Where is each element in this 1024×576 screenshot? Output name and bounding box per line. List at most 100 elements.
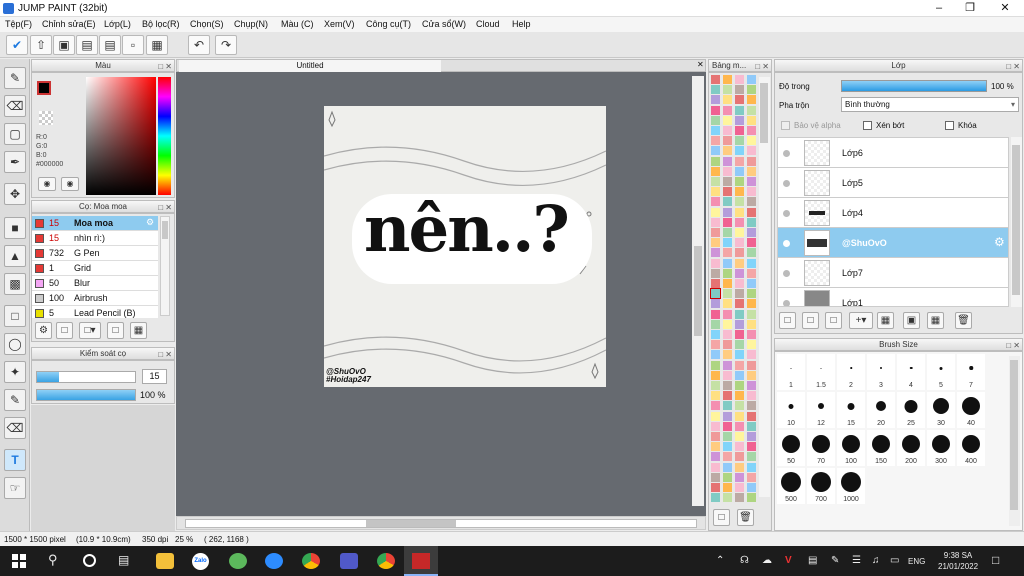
- merge-layer-icon[interactable]: ▣: [903, 312, 920, 329]
- brush-item[interactable]: 15 nhìn rì:): [32, 231, 158, 246]
- color-swatch[interactable]: [747, 401, 756, 411]
- canvas[interactable]: nên..? @ShuOvO #Hoidap247: [324, 106, 606, 387]
- tray-pen-icon[interactable]: ✎: [831, 555, 839, 566]
- hue-slider[interactable]: [158, 77, 171, 195]
- menu-layer[interactable]: Lớp(L): [104, 19, 131, 29]
- color-swatch[interactable]: [723, 411, 732, 421]
- visibility-icon[interactable]: [783, 180, 790, 187]
- message-icon[interactable]: ▤: [76, 35, 98, 55]
- color-swatch[interactable]: [747, 136, 756, 146]
- fill-rect-tool-icon[interactable]: ■: [4, 217, 26, 239]
- color-swatch[interactable]: [711, 411, 720, 421]
- brush-item[interactable]: 732 G Pen: [32, 246, 158, 261]
- color-swatch[interactable]: [735, 432, 744, 441]
- new-layer-icon[interactable]: □: [779, 312, 796, 329]
- color-swatch[interactable]: [723, 248, 732, 258]
- tray-chevron-icon[interactable]: ⌃: [716, 555, 724, 566]
- color-swatch[interactable]: [711, 258, 720, 268]
- color-swatch[interactable]: [723, 340, 732, 350]
- file-explorer-icon[interactable]: [156, 553, 174, 569]
- brush-size-option[interactable]: 70: [807, 430, 835, 466]
- brush-item[interactable]: 15 Moa moa ⚙: [32, 216, 158, 231]
- protect-alpha-checkbox[interactable]: [781, 121, 790, 130]
- color-swatch[interactable]: [711, 432, 720, 441]
- color-swatch[interactable]: [735, 350, 744, 360]
- color-swatch[interactable]: [711, 350, 720, 360]
- color-swatch[interactable]: [747, 483, 756, 492]
- brush-size-option[interactable]: 400: [957, 430, 985, 466]
- color-swatch[interactable]: [735, 268, 744, 278]
- canvas-tab[interactable]: Untitled: [179, 60, 441, 72]
- color-swatch[interactable]: [711, 187, 720, 197]
- brush-size-option[interactable]: 1000: [837, 468, 865, 504]
- color-swatch[interactable]: [747, 217, 756, 227]
- color-swatch[interactable]: [711, 483, 720, 492]
- brush-settings-icon[interactable]: ⚙: [35, 322, 52, 339]
- color-swatch[interactable]: [747, 370, 756, 380]
- color-swatch[interactable]: [723, 126, 732, 135]
- cortana-icon[interactable]: [83, 554, 96, 567]
- brush-size-scrollbar[interactable]: [1009, 356, 1020, 526]
- color-swatch[interactable]: [747, 381, 756, 390]
- brush-size-input[interactable]: 15: [142, 369, 167, 384]
- color-swatch[interactable]: [735, 177, 744, 186]
- color-swatch[interactable]: [747, 105, 756, 115]
- brush-size-option[interactable]: 100: [837, 430, 865, 466]
- color-swatch[interactable]: [735, 360, 744, 370]
- color-swatch[interactable]: [723, 95, 732, 105]
- color-swatch[interactable]: [710, 288, 721, 300]
- color-swatch[interactable]: [735, 370, 744, 380]
- color-swatch[interactable]: [723, 493, 732, 503]
- brush-size-option[interactable]: 200: [897, 430, 925, 466]
- color-swatch[interactable]: [747, 238, 756, 248]
- language-indicator[interactable]: ENG: [908, 557, 925, 566]
- color-swatch[interactable]: [723, 187, 732, 197]
- color-swatch[interactable]: [711, 115, 720, 125]
- color-swatch[interactable]: [735, 309, 744, 319]
- select-pen-tool-icon[interactable]: ✎: [4, 389, 26, 411]
- color-swatch[interactable]: [735, 248, 744, 258]
- color-swatch[interactable]: [711, 401, 720, 411]
- menu-cloud[interactable]: Cloud: [476, 19, 500, 29]
- color-swatch[interactable]: [723, 105, 732, 115]
- menu-tools[interactable]: Công cụ(T): [366, 19, 411, 29]
- move-tool-icon[interactable]: ✥: [4, 183, 26, 205]
- brush-import-icon[interactable]: □: [107, 322, 124, 339]
- clock[interactable]: 9:38 SA 21/01/2022: [938, 550, 978, 572]
- comment-icon[interactable]: ▣: [53, 35, 75, 55]
- color-swatch[interactable]: [747, 187, 756, 197]
- color-swatch[interactable]: [711, 95, 720, 105]
- brush-size-option[interactable]: 500: [777, 468, 805, 504]
- color-swatch[interactable]: [735, 299, 744, 309]
- color-swatch[interactable]: [711, 391, 720, 401]
- brush-size-option[interactable]: 4: [897, 354, 925, 390]
- color-swatch[interactable]: [747, 156, 756, 166]
- wifi-icon[interactable]: ☰: [852, 555, 861, 566]
- zoom-icon[interactable]: [265, 553, 283, 569]
- color-swatch[interactable]: [747, 350, 756, 360]
- brush-item[interactable]: 5 Lead Pencil (B): [32, 306, 158, 318]
- color-swatch[interactable]: [723, 85, 732, 95]
- color-swatch[interactable]: [723, 432, 732, 441]
- tray-icon-3[interactable]: ▤: [808, 555, 817, 566]
- brush-list-scrollbar[interactable]: [160, 216, 170, 316]
- color-swatch[interactable]: [723, 299, 732, 309]
- canvas-vertical-scrollbar[interactable]: [692, 76, 704, 506]
- select-eraser-tool-icon[interactable]: ⌫: [4, 417, 26, 439]
- color-swatch[interactable]: [735, 136, 744, 146]
- color-swatch[interactable]: [747, 462, 756, 472]
- color-swatch[interactable]: [747, 248, 756, 258]
- layer-mask-icon[interactable]: ▦: [927, 312, 944, 329]
- color-swatch[interactable]: [735, 340, 744, 350]
- color-swatch[interactable]: [711, 360, 720, 370]
- color-swatch[interactable]: [723, 452, 732, 462]
- blend-mode-select[interactable]: Bình thường ▾: [841, 97, 1019, 112]
- color-swatch[interactable]: [723, 309, 732, 319]
- layer-item-selected[interactable]: @ShuOvO ⚙: [778, 228, 1008, 258]
- color-swatch[interactable]: [735, 187, 744, 197]
- brush-size-option[interactable]: 300: [927, 430, 955, 466]
- color-swatch[interactable]: [711, 105, 720, 115]
- chrome-profile-icon[interactable]: [377, 553, 395, 569]
- notification-icon[interactable]: □: [992, 553, 999, 567]
- color-swatch[interactable]: [723, 319, 732, 329]
